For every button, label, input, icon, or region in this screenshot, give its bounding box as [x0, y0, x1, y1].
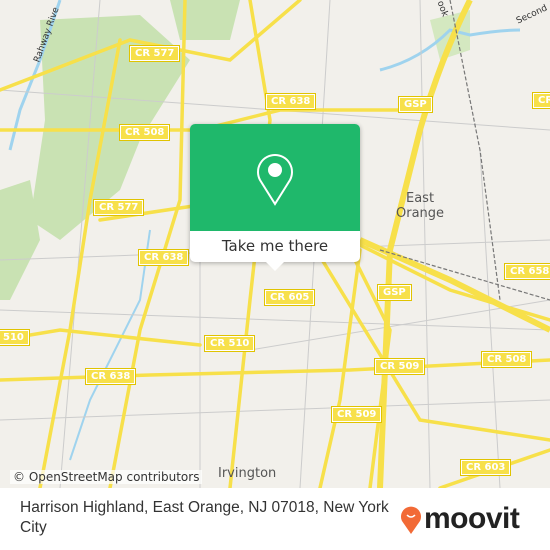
road-shield: CR 509	[373, 358, 426, 375]
place-label-line: Orange	[396, 206, 445, 221]
road-shield: CR 510	[203, 335, 256, 352]
road-shield: GSP	[377, 284, 412, 301]
road-shield: CR	[531, 92, 550, 109]
moovit-logo[interactable]: moovit	[400, 502, 520, 536]
road-shield: CR 658	[503, 263, 550, 280]
road-shield: CR 638	[84, 368, 137, 385]
footer: Harrison Highland, East Orange, NJ 07018…	[0, 488, 550, 550]
take-me-there-button[interactable]: Take me there	[190, 231, 360, 262]
address-text: Harrison Highland, East Orange, NJ 07018…	[20, 499, 389, 536]
road-shield: CR 508	[480, 351, 533, 368]
road-shield: 510	[0, 329, 30, 346]
road-shield: GSP	[398, 96, 433, 113]
road-shield: CR 577	[128, 45, 181, 62]
road-shield: CR 638	[264, 93, 317, 110]
map-pin-icon	[257, 154, 293, 206]
popup-tail	[265, 261, 285, 271]
place-label-irvington: Irvington	[218, 466, 277, 481]
road-shield: CR 508	[118, 124, 171, 141]
location-popup: Take me there	[190, 124, 360, 271]
road-shield: CR 605	[263, 289, 316, 306]
popup-header	[190, 124, 360, 231]
place-label-east-orange: East Orange	[396, 191, 444, 221]
place-label-line: East	[405, 191, 435, 206]
road-shield: CR 603	[459, 459, 512, 476]
road-shield: CR 577	[92, 199, 145, 216]
map[interactable]: CR 577 CR 638 CR 508 CR 577 CR 638 CR 60…	[0, 0, 550, 488]
road-shield: CR 638	[137, 249, 190, 266]
road-shield: CR 509	[330, 406, 383, 423]
moovit-pin-icon	[401, 506, 421, 534]
osm-attribution[interactable]: © OpenStreetMap contributors	[10, 470, 203, 484]
moovit-wordmark: moovit	[424, 502, 520, 535]
